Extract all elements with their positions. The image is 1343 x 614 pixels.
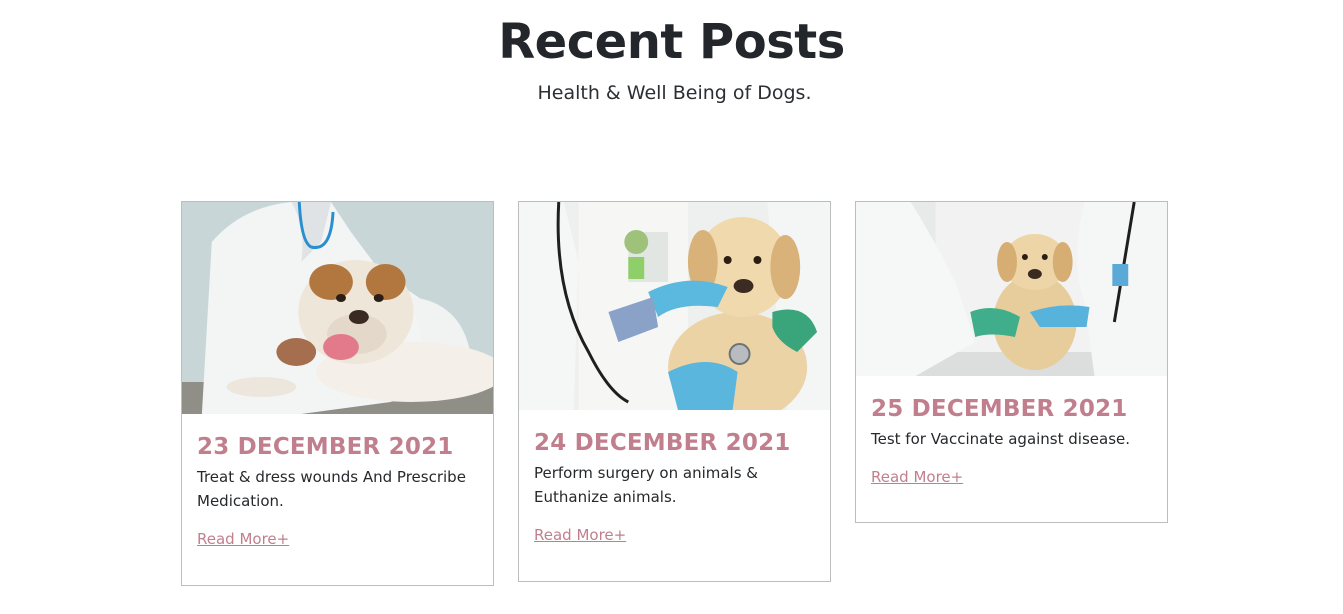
post-date: 24 DECEMBER 2021 (534, 430, 791, 456)
read-more-link[interactable]: Read More+ (534, 526, 626, 544)
post-card: 25 DECEMBER 2021 Test for Vaccinate agai… (855, 201, 1168, 523)
section-subtitle: Health & Well Being of Dogs. (537, 82, 812, 104)
post-image-labrador-vets[interactable] (856, 202, 1167, 376)
post-image-bulldog[interactable] (182, 202, 493, 414)
section-title: Recent Posts (498, 14, 845, 70)
post-image-labrador-stethoscope[interactable] (519, 202, 830, 410)
post-excerpt: Treat & dress wounds And Prescribe Medic… (197, 468, 466, 510)
post-card: 24 DECEMBER 2021 Perform surgery on anim… (518, 201, 831, 582)
post-excerpt: Test for Vaccinate against disease. (871, 430, 1131, 448)
post-date: 23 DECEMBER 2021 (197, 434, 454, 460)
read-more-link[interactable]: Read More+ (197, 530, 289, 548)
post-excerpt: Perform surgery on animals & Euthanize a… (534, 464, 759, 506)
post-card: 23 DECEMBER 2021 Treat & dress wounds An… (181, 201, 494, 586)
read-more-link[interactable]: Read More+ (871, 468, 963, 486)
post-date: 25 DECEMBER 2021 (871, 396, 1128, 422)
